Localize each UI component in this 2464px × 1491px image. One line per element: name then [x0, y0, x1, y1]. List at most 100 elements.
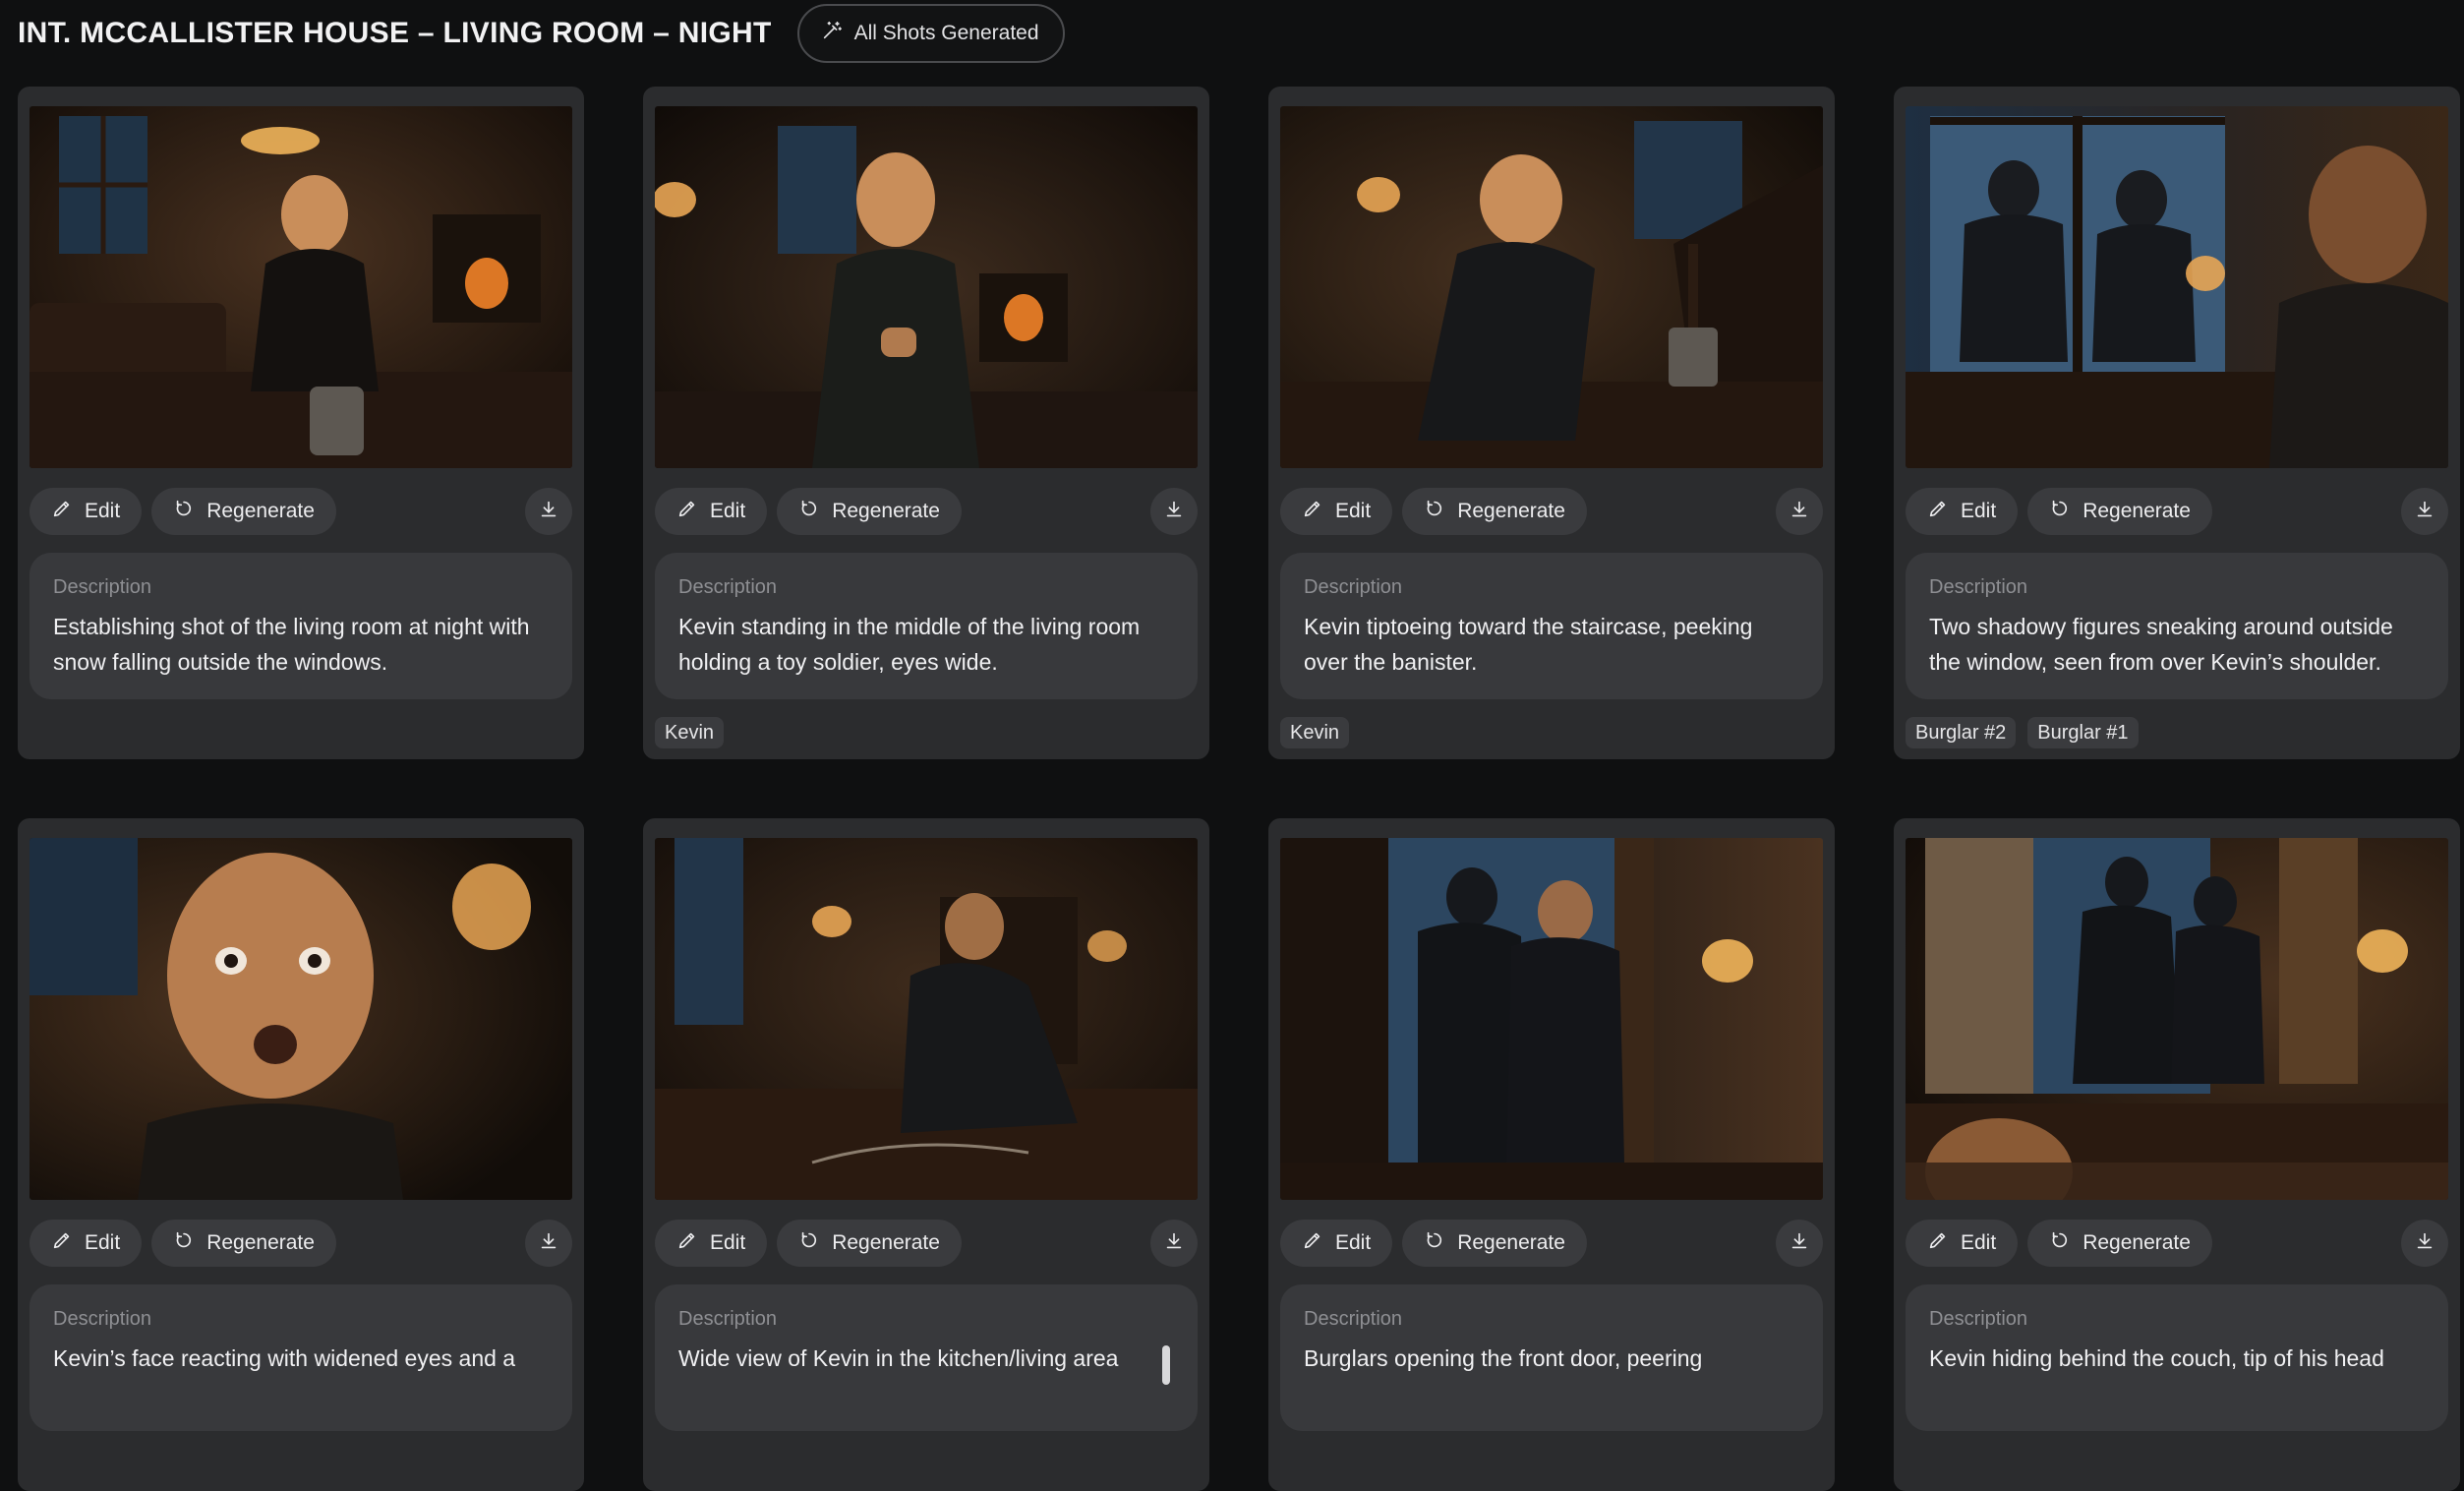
- edit-button[interactable]: Edit: [1906, 1220, 2019, 1267]
- regenerate-button[interactable]: Regenerate: [151, 1220, 336, 1267]
- regenerate-button[interactable]: Regenerate: [1402, 1220, 1587, 1267]
- pencil-icon: [1927, 1229, 1949, 1257]
- character-tag[interactable]: Kevin: [1280, 717, 1350, 748]
- regenerate-button[interactable]: Regenerate: [2027, 1220, 2212, 1267]
- refresh-icon: [173, 1229, 195, 1257]
- regenerate-button[interactable]: Regenerate: [2027, 488, 2212, 535]
- scene-header: INT. MCCALLISTER HOUSE – LIVING ROOM – N…: [18, 3, 1065, 64]
- character-tag[interactable]: Burglar #1: [2027, 717, 2139, 748]
- refresh-icon: [798, 1229, 820, 1257]
- description-box: Description Kevin tiptoeing toward the s…: [1280, 553, 1823, 699]
- shot-image[interactable]: [655, 106, 1198, 468]
- description-box: Description Wide view of Kevin in the ki…: [655, 1284, 1198, 1431]
- refresh-icon: [2049, 498, 2071, 525]
- shot-card: Edit Regenerate Description Kevin hiding…: [1894, 818, 2460, 1491]
- pencil-icon: [51, 1229, 73, 1257]
- status-label: All Shots Generated: [853, 22, 1039, 44]
- regenerate-button[interactable]: Regenerate: [151, 488, 336, 535]
- description-label: Description: [1304, 576, 1403, 598]
- description-box: Description Kevin hiding behind the couc…: [1906, 1284, 2448, 1431]
- pencil-icon: [676, 498, 698, 525]
- download-icon: [538, 1230, 559, 1257]
- shot-card: Edit Regenerate Description Kevin’s face…: [18, 818, 584, 1491]
- description-box: Description Burglars opening the front d…: [1280, 1284, 1823, 1431]
- download-icon: [538, 499, 559, 525]
- description-box: Description Establishing shot of the liv…: [29, 553, 572, 699]
- download-button[interactable]: [1776, 488, 1823, 535]
- shot-card: Edit Regenerate Description Burglars ope…: [1268, 818, 1835, 1491]
- magic-wand-icon: [821, 20, 843, 47]
- shot-card: Edit Regenerate Description Wide view of…: [643, 818, 1209, 1491]
- description-label: Description: [53, 1308, 152, 1330]
- refresh-icon: [1424, 498, 1445, 525]
- description-label: Description: [678, 1308, 778, 1330]
- shot-image[interactable]: [655, 838, 1198, 1200]
- description-label: Description: [1304, 1308, 1403, 1330]
- regenerate-button[interactable]: Regenerate: [777, 1220, 962, 1267]
- description-text: Wide view of Kevin in the kitchen/living…: [678, 1345, 1119, 1371]
- shot-card: Edit Regenerate Description Kevin tiptoe…: [1268, 87, 1835, 759]
- shot-card: Edit Regenerate Description Kevin standi…: [643, 87, 1209, 759]
- shot-card: Edit Regenerate Description Establishing…: [18, 87, 584, 759]
- download-button[interactable]: [1776, 1220, 1823, 1267]
- download-icon: [1163, 1230, 1185, 1257]
- download-icon: [1163, 499, 1185, 525]
- edit-button[interactable]: Edit: [1906, 488, 2019, 535]
- description-text: Kevin tiptoeing toward the staircase, pe…: [1304, 614, 1753, 675]
- refresh-icon: [173, 498, 195, 525]
- character-tag[interactable]: Kevin: [655, 717, 725, 748]
- description-text: Establishing shot of the living room at …: [53, 614, 530, 675]
- edit-button[interactable]: Edit: [1280, 1220, 1393, 1267]
- pencil-icon: [51, 498, 73, 525]
- download-button[interactable]: [2401, 1220, 2448, 1267]
- edit-button[interactable]: Edit: [655, 488, 768, 535]
- refresh-icon: [2049, 1229, 2071, 1257]
- download-icon: [1789, 499, 1810, 525]
- download-button[interactable]: [525, 1220, 572, 1267]
- download-button[interactable]: [525, 488, 572, 535]
- refresh-icon: [798, 498, 820, 525]
- description-text: Kevin standing in the middle of the livi…: [678, 614, 1141, 675]
- scene-title: INT. MCCALLISTER HOUSE – LIVING ROOM – N…: [18, 17, 772, 49]
- character-tags: Kevin: [1280, 717, 1823, 748]
- download-icon: [2414, 1230, 2435, 1257]
- shot-image[interactable]: [1906, 106, 2448, 468]
- regenerate-button[interactable]: Regenerate: [777, 488, 962, 535]
- edit-button[interactable]: Edit: [29, 1220, 143, 1267]
- description-label: Description: [53, 576, 152, 598]
- character-tag[interactable]: Burglar #2: [1906, 717, 2017, 748]
- shot-grid: Edit Regenerate Description Establishing…: [18, 87, 2460, 1491]
- shot-image[interactable]: [29, 838, 572, 1200]
- pencil-icon: [1302, 498, 1323, 525]
- regenerate-button[interactable]: Regenerate: [1402, 488, 1587, 535]
- download-button[interactable]: [1150, 1220, 1198, 1267]
- refresh-icon: [1424, 1229, 1445, 1257]
- description-text: Kevin hiding behind the couch, tip of hi…: [1929, 1345, 2384, 1371]
- edit-button[interactable]: Edit: [655, 1220, 768, 1267]
- shot-image[interactable]: [29, 106, 572, 468]
- download-button[interactable]: [1150, 488, 1198, 535]
- edit-button[interactable]: Edit: [29, 488, 143, 535]
- description-text: Two shadowy figures sneaking around outs…: [1929, 614, 2393, 675]
- pencil-icon: [1927, 498, 1949, 525]
- description-text: Kevin’s face reacting with widened eyes …: [53, 1345, 516, 1371]
- description-label: Description: [1929, 576, 2028, 598]
- pencil-icon: [1302, 1229, 1323, 1257]
- description-label: Description: [1929, 1308, 2028, 1330]
- description-box: Description Two shadowy figures sneaking…: [1906, 553, 2448, 699]
- download-icon: [1789, 1230, 1810, 1257]
- download-icon: [2414, 499, 2435, 525]
- edit-button[interactable]: Edit: [1280, 488, 1393, 535]
- all-shots-generated-button[interactable]: All Shots Generated: [796, 4, 1065, 63]
- shot-image[interactable]: [1906, 838, 2448, 1200]
- shot-image[interactable]: [1280, 838, 1823, 1200]
- description-box: Description Kevin’s face reacting with w…: [29, 1284, 572, 1431]
- pencil-icon: [676, 1229, 698, 1257]
- description-text: Burglars opening the front door, peering: [1304, 1345, 1703, 1371]
- character-tags: Kevin: [655, 717, 1198, 748]
- shot-card: Edit Regenerate Description Two shadowy …: [1894, 87, 2460, 759]
- character-tags: Burglar #2 Burglar #1: [1906, 717, 2448, 748]
- download-button[interactable]: [2401, 488, 2448, 535]
- text-scrollbar-thumb[interactable]: [1162, 1345, 1170, 1385]
- shot-image[interactable]: [1280, 106, 1823, 468]
